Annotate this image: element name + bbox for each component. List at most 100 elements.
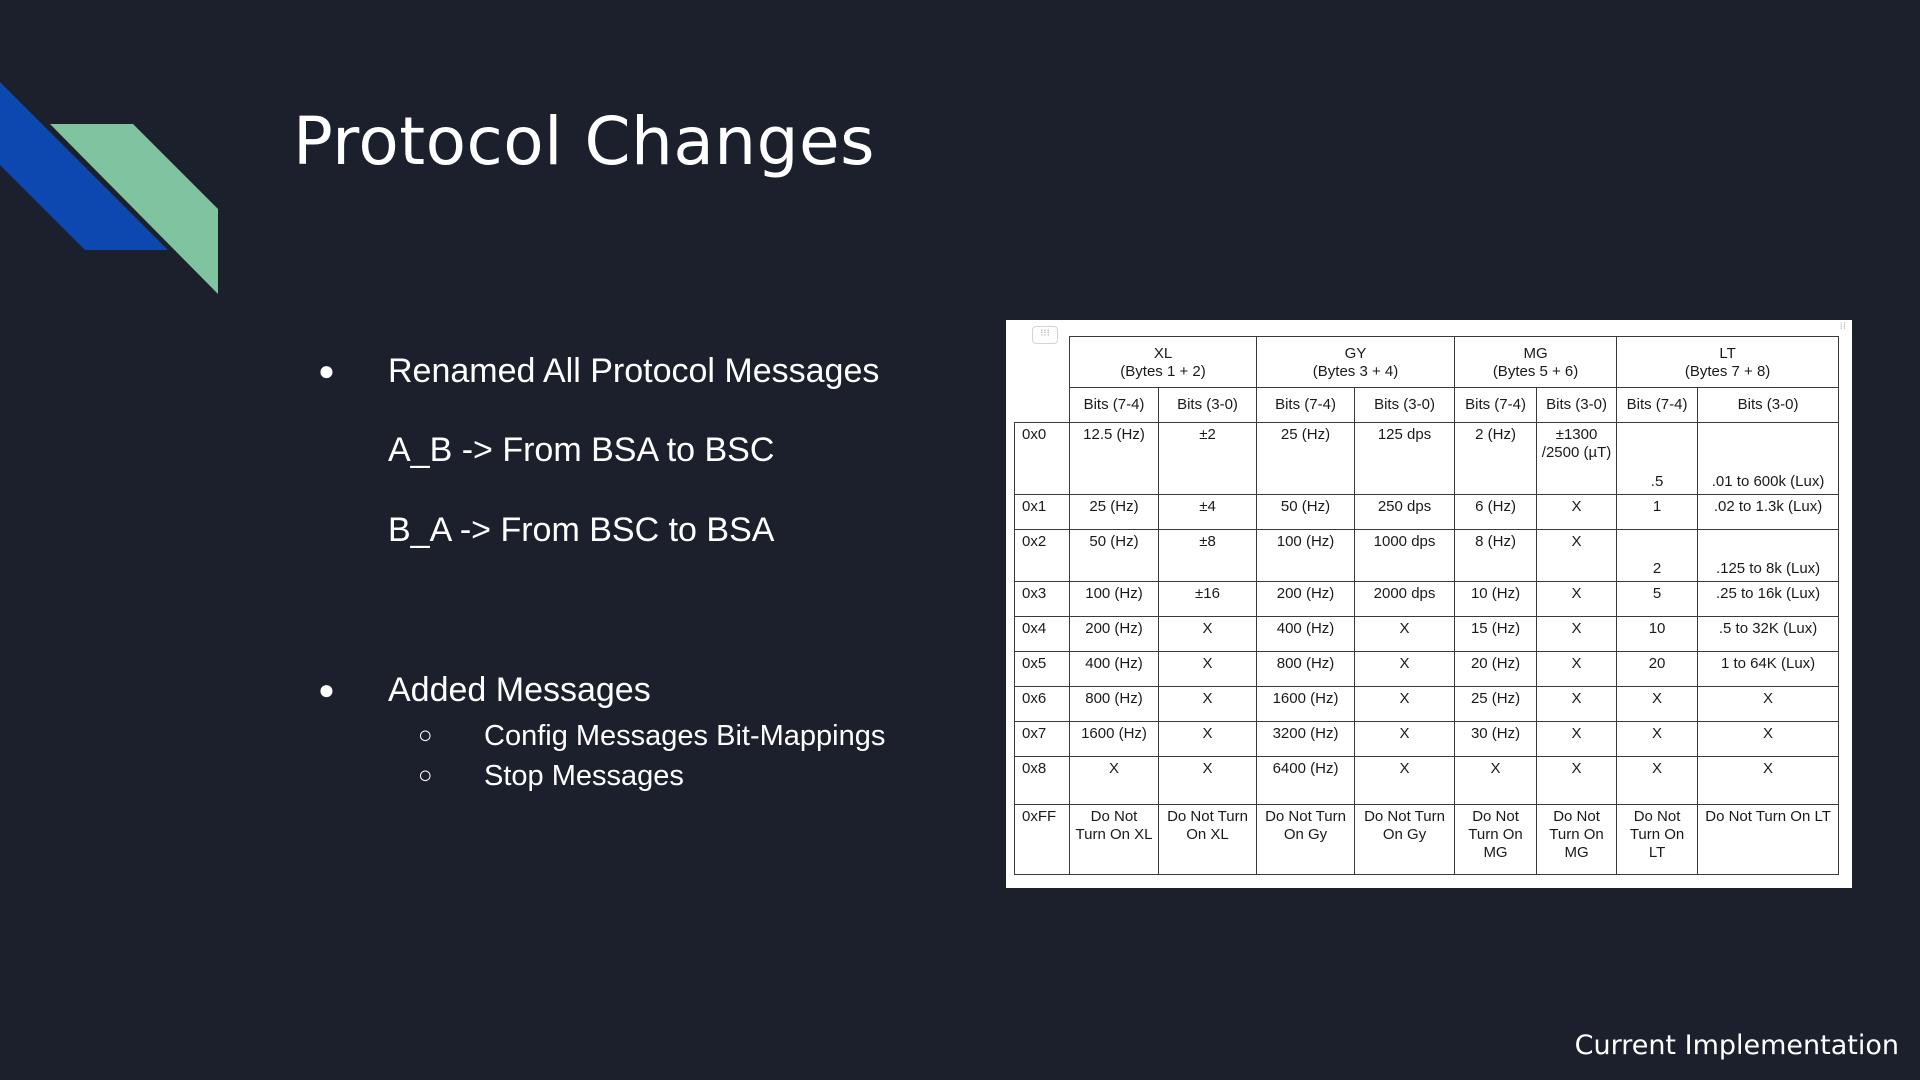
bullet-text: Added Messages — [388, 671, 651, 709]
row-code-cell: 0x1 — [1014, 494, 1070, 530]
table-cell: Do Not Turn On Gy — [1256, 804, 1356, 875]
bits-header: Bits (3-0) — [1354, 387, 1456, 423]
table-cell: ±2 — [1157, 422, 1258, 495]
sub-bullet-marker: ○ — [418, 722, 433, 749]
table-cell: 10 — [1616, 616, 1699, 652]
bits-header: Bits (3-0) — [1536, 387, 1618, 423]
bullet-text: B_A -> From BSC to BSA — [388, 511, 775, 549]
row-code-cell: 0x3 — [1014, 581, 1070, 617]
table-cell: X — [1157, 756, 1258, 805]
table-cell: .5 — [1616, 422, 1699, 495]
table-cell: X — [1697, 756, 1840, 805]
table-cell: X — [1536, 616, 1618, 652]
row-code-cell: 0xFF — [1014, 804, 1070, 875]
table-cell: X — [1697, 721, 1840, 757]
table-cell: 10 (Hz) — [1454, 581, 1538, 617]
table-cell: X — [1354, 756, 1456, 805]
table-cell: 2 — [1616, 529, 1699, 582]
bits-header: Bits (7-4) — [1069, 387, 1159, 423]
table-cell: X — [1536, 686, 1618, 722]
row-code-cell: 0x4 — [1014, 616, 1070, 652]
group-name: MG — [1523, 345, 1548, 362]
table-cell: X — [1157, 686, 1258, 722]
table-row: 0x5 400 (Hz) X 800 (Hz) X 20 (Hz) X 20 1 to 64K … — [1014, 651, 1840, 687]
group-header-lt: LT (Bytes 7 + 8) — [1616, 336, 1840, 388]
table-cell: X — [1354, 651, 1456, 687]
bits-header: Bits (7-4) — [1616, 387, 1699, 423]
table-cell: X — [1354, 721, 1456, 757]
table-cell: .5 to 32K (Lux) — [1697, 616, 1840, 652]
table-cell: X — [1697, 686, 1840, 722]
table-cell: 12.5 (Hz) — [1069, 422, 1159, 495]
sub-bullet-marker: ○ — [418, 762, 433, 789]
header-corner — [1015, 388, 1070, 423]
bits-header: Bits (3-0) — [1697, 387, 1840, 423]
group-name: XL — [1153, 345, 1173, 362]
table-cell: Do Not Turn On LT — [1616, 804, 1699, 875]
slide-title: Protocol Changes — [293, 103, 876, 180]
bits-header: Bits (7-4) — [1454, 387, 1538, 423]
bullet-marker: ● — [318, 355, 335, 386]
table-row: 0x1 25 (Hz) ±4 50 (Hz) 250 dps 6 (Hz) X 1.02 to… — [1014, 494, 1840, 530]
table-row: 0x8 X X 6400 (Hz) X X X X X — [1014, 756, 1840, 805]
table-cell: ±4 — [1157, 494, 1258, 530]
corner-stripes-decoration — [0, 82, 218, 294]
table-cell: 8 (Hz) — [1454, 529, 1538, 582]
group-bytes: (Bytes 5 + 6) — [1492, 363, 1579, 380]
table-cell: 800 (Hz) — [1069, 686, 1159, 722]
table-cell: X — [1157, 651, 1258, 687]
table-cell: 5 — [1616, 581, 1699, 617]
table-cell: 2000 dps — [1354, 581, 1456, 617]
table-cell: X — [1157, 721, 1258, 757]
protocol-table: XL (Bytes 1 + 2) GY (Bytes 3 + 4) MG (Bytes… — [1014, 336, 1840, 875]
bullet-text: Renamed All Protocol Messages — [388, 352, 880, 390]
table-cell: X — [1536, 651, 1618, 687]
table-cell: 250 dps — [1354, 494, 1456, 530]
row-code-cell: 0x5 — [1014, 651, 1070, 687]
table-image: ⁝⁝⁝ ⁞⁞ XL (Bytes 1 + 2) GY (Bytes 3 + 4) M… — [1006, 320, 1852, 888]
table-cell: 100 (Hz) — [1256, 529, 1356, 582]
table-cell: 25 (Hz) — [1256, 422, 1356, 495]
group-name: LT — [1719, 345, 1736, 362]
table-cell: X — [1616, 721, 1699, 757]
group-header-mg: MG (Bytes 5 + 6) — [1454, 336, 1618, 388]
table-cell: 25 (Hz) — [1069, 494, 1159, 530]
table-cell: 50 (Hz) — [1256, 494, 1356, 530]
table-cell: 200 (Hz) — [1069, 616, 1159, 652]
table-cell: 1600 (Hz) — [1256, 686, 1356, 722]
table-cell: 2 (Hz) — [1454, 422, 1538, 495]
footer-caption: Current Implementation — [1574, 1030, 1899, 1061]
bullet-text: A_B -> From BSA to BSC — [388, 431, 775, 469]
bits-header: Bits (7-4) — [1256, 387, 1356, 423]
table-body: 0x0 12.5 (Hz) ±2 25 (Hz) 125 dps 2 (Hz) ±1300 … — [1014, 422, 1840, 875]
bits-header-row: Bits (7-4) Bits (3-0) Bits (7-4) Bits (3… — [1015, 387, 1840, 423]
row-code-cell: 0x2 — [1014, 529, 1070, 582]
table-cell: 15 (Hz) — [1454, 616, 1538, 652]
table-cell: X — [1536, 756, 1618, 805]
row-code-cell: 0x8 — [1014, 756, 1070, 805]
table-cell: 800 (Hz) — [1256, 651, 1356, 687]
bits-header: Bits (3-0) — [1157, 387, 1258, 423]
table-cell: ±16 — [1157, 581, 1258, 617]
resize-grip-icon[interactable]: ⁞⁞ — [1840, 322, 1846, 332]
group-name: GY — [1344, 345, 1367, 362]
table-cell: X — [1536, 581, 1618, 617]
table-cell: X — [1354, 686, 1456, 722]
table-cell: 1000 dps — [1354, 529, 1456, 582]
row-code-cell: 0x6 — [1014, 686, 1070, 722]
table-cell: 1600 (Hz) — [1069, 721, 1159, 757]
table-cell: Do Not Turn On MG — [1536, 804, 1618, 875]
table-cell: .01 to 600k (Lux) — [1697, 422, 1840, 495]
group-bytes: (Bytes 1 + 2) — [1120, 363, 1206, 380]
row-code-cell: 0x0 — [1014, 422, 1070, 495]
table-row: 0x0 12.5 (Hz) ±2 25 (Hz) 125 dps 2 (Hz) ±1300 … — [1014, 422, 1840, 495]
table-cell: X — [1536, 721, 1618, 757]
table-cell: .02 to 1.3k (Lux) — [1697, 494, 1840, 530]
group-bytes: (Bytes 7 + 8) — [1684, 363, 1771, 380]
table-cell: X — [1069, 756, 1159, 805]
header-corner — [1015, 337, 1070, 388]
table-cell: X — [1157, 616, 1258, 652]
table-cell: .25 to 16k (Lux) — [1697, 581, 1840, 617]
table-cell: X — [1616, 686, 1699, 722]
table-cell: 125 dps — [1354, 422, 1456, 495]
